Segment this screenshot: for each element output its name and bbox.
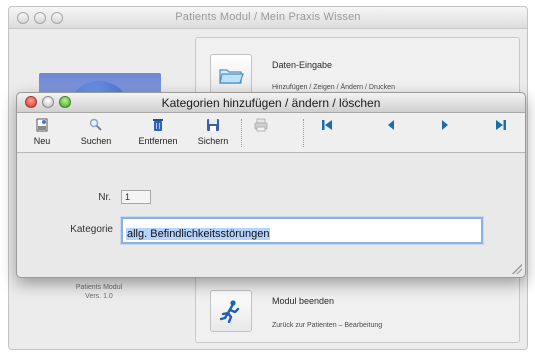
data-entry-button[interactable] bbox=[210, 54, 252, 96]
category-input-value: allg. Befindlichkeitsstörungen bbox=[126, 228, 271, 240]
previous-record-button[interactable] bbox=[381, 116, 401, 150]
next-record-icon bbox=[442, 120, 448, 130]
app-version: Vers. 1.0 bbox=[85, 293, 113, 300]
search-button[interactable]: Suchen bbox=[75, 116, 117, 150]
toolbar-separator bbox=[241, 119, 242, 147]
search-icon bbox=[89, 118, 102, 131]
nr-field: 1 bbox=[121, 190, 151, 204]
dialog-content: Nr. 1 Kategorie allg. Befindlichkeitsstö… bbox=[17, 154, 525, 277]
floppy-disk-icon bbox=[207, 119, 219, 131]
exit-module-subtitle: Zurück zur Patienten – Bearbeitung bbox=[272, 322, 383, 329]
trash-icon bbox=[153, 119, 163, 131]
data-entry-title[interactable]: Daten-Eingabe bbox=[272, 60, 332, 70]
next-record-button[interactable] bbox=[435, 116, 455, 150]
app-info: Patients Modul Vers. 1.0 bbox=[49, 283, 149, 301]
last-record-icon bbox=[496, 120, 506, 130]
data-entry-subtitle: Hinzufügen / Zeigen / Ändern / Drucken bbox=[272, 84, 395, 91]
last-record-button[interactable] bbox=[491, 116, 511, 150]
printer-icon bbox=[254, 118, 268, 132]
dialog-title: Kategorien hinzufügen / ändern / löschen bbox=[161, 96, 381, 110]
running-man-icon bbox=[220, 300, 240, 323]
first-record-button[interactable] bbox=[317, 116, 337, 150]
resize-handle[interactable] bbox=[512, 264, 522, 274]
nr-label: Nr. bbox=[98, 192, 111, 203]
remove-button[interactable]: Entfernen bbox=[131, 116, 185, 150]
category-label: Kategorie bbox=[70, 224, 113, 235]
previous-record-icon bbox=[388, 120, 394, 130]
folder-icon bbox=[219, 69, 244, 84]
new-document-icon bbox=[36, 118, 48, 132]
new-label: Neu bbox=[33, 136, 51, 146]
new-button[interactable]: Neu bbox=[27, 116, 57, 150]
save-label: Sichern bbox=[197, 136, 229, 146]
toolbar: Neu Suchen Entfernen Sichern bbox=[17, 113, 525, 153]
search-label: Suchen bbox=[80, 136, 112, 146]
category-dialog: Kategorien hinzufügen / ändern / löschen… bbox=[16, 92, 526, 278]
dialog-titlebar[interactable]: Kategorien hinzufügen / ändern / löschen bbox=[17, 93, 525, 113]
app-name: Patients Modul bbox=[75, 284, 123, 291]
remove-label: Entfernen bbox=[138, 136, 178, 146]
category-input[interactable]: allg. Befindlichkeitsstörungen bbox=[121, 217, 483, 244]
exit-module-title[interactable]: Modul beenden bbox=[272, 296, 334, 306]
background-titlebar: Patients Modul / Mein Praxis Wissen bbox=[9, 7, 527, 29]
save-button[interactable]: Sichern bbox=[191, 116, 235, 150]
background-window-title: Patients Modul / Mein Praxis Wissen bbox=[175, 11, 361, 23]
first-record-icon bbox=[322, 120, 332, 130]
toolbar-separator bbox=[303, 119, 304, 147]
exit-module-button[interactable] bbox=[210, 290, 252, 332]
print-button[interactable] bbox=[249, 116, 273, 150]
